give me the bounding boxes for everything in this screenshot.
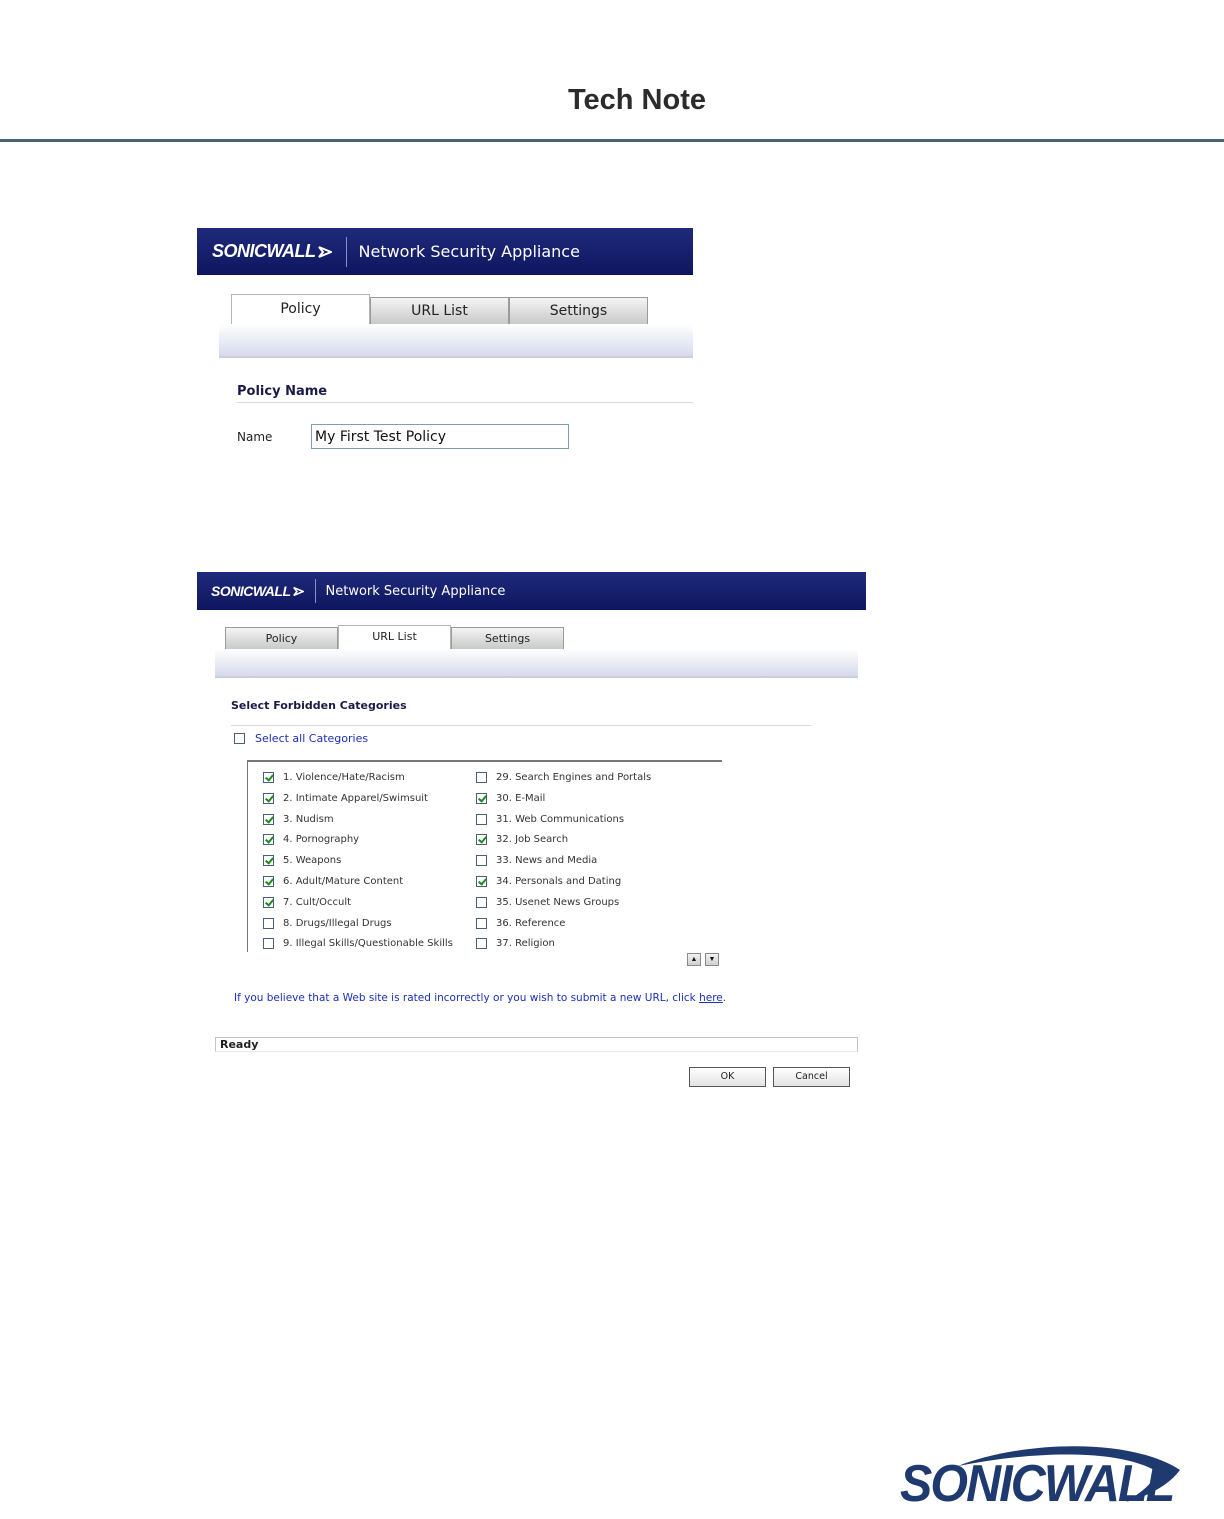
select-all-checkbox[interactable] <box>234 733 245 744</box>
category-label: 5. Weapons <box>283 855 342 867</box>
tab-strip <box>219 324 693 358</box>
sonicwall-footer-logo: SONICWALL <box>898 1440 1188 1513</box>
submit-url-link[interactable]: here <box>699 992 723 1004</box>
status-bar: Ready <box>215 1037 858 1052</box>
app-banner: SONICWALL Network Security Appliance <box>197 572 866 610</box>
category-item[interactable]: 2. Intimate Apparel/Swimsuit <box>263 792 428 804</box>
ok-button[interactable]: OK <box>689 1067 766 1087</box>
category-item[interactable]: 33. News and Media <box>476 855 598 867</box>
category-item[interactable]: 5. Weapons <box>263 855 342 867</box>
category-label: 34. Personals and Dating <box>496 876 622 887</box>
section-divider <box>237 402 693 403</box>
category-checkbox[interactable] <box>476 834 487 846</box>
logo-swoosh-icon <box>292 586 304 596</box>
category-checkbox[interactable] <box>263 938 274 950</box>
tab-strip <box>215 649 858 678</box>
cancel-button[interactable]: Cancel <box>773 1067 850 1087</box>
category-item[interactable]: 36. Reference <box>476 917 566 929</box>
category-label: 1. Violence/Hate/Racism <box>283 772 405 783</box>
app-title: Network Security Appliance <box>358 242 580 261</box>
category-checkbox[interactable] <box>476 792 487 804</box>
category-label: 33. News and Media <box>496 855 598 867</box>
category-checkbox[interactable] <box>263 855 274 867</box>
category-label: 9. Illegal Skills/Questionable Skills <box>283 938 453 950</box>
category-label: 30. E-Mail <box>496 792 546 804</box>
category-item[interactable]: 4. Pornography <box>263 834 360 846</box>
name-label: Name <box>237 430 273 444</box>
category-checkbox[interactable] <box>476 855 487 867</box>
category-label: 36. Reference <box>496 917 566 929</box>
category-label: 31. Web Communications <box>496 813 625 825</box>
section-title: Policy Name <box>237 384 328 399</box>
sonicwall-logo: SONICWALL <box>211 583 304 599</box>
select-all-categories[interactable]: Select all Categories <box>234 732 368 745</box>
category-checkbox[interactable] <box>263 792 274 804</box>
tab-bar: Policy URL List Settings <box>225 625 564 649</box>
banner-separator <box>314 579 316 603</box>
category-item[interactable]: 6. Adult/Mature Content <box>263 876 403 887</box>
category-checkbox[interactable] <box>263 876 274 887</box>
app-banner: SONICWALL Network Security Appliance <box>197 228 693 275</box>
name-input[interactable] <box>311 424 569 449</box>
tab-url-list[interactable]: URL List <box>338 625 451 649</box>
category-checkbox[interactable] <box>263 813 274 825</box>
category-item[interactable]: 9. Illegal Skills/Questionable Skills <box>263 938 453 950</box>
submit-url-note: If you believe that a Web site is rated … <box>234 992 727 1004</box>
app-title: Network Security Appliance <box>325 583 506 599</box>
category-item[interactable]: 31. Web Communications <box>476 813 625 825</box>
category-checkbox[interactable] <box>476 772 487 783</box>
category-label: 2. Intimate Apparel/Swimsuit <box>283 792 428 804</box>
tab-settings[interactable]: Settings <box>451 627 564 649</box>
category-checkbox[interactable] <box>263 917 274 929</box>
tab-bar: Policy URL List Settings <box>231 294 648 324</box>
category-label: 4. Pornography <box>283 834 360 846</box>
category-item[interactable]: 34. Personals and Dating <box>476 876 621 887</box>
category-label: 6. Adult/Mature Content <box>283 876 404 887</box>
category-item[interactable]: 35. Usenet News Groups <box>476 896 620 908</box>
category-label: 35. Usenet News Groups <box>496 896 620 908</box>
category-list: 1. Violence/Hate/Racism 2. Intimate Appar… <box>247 760 722 952</box>
category-checkbox[interactable] <box>263 834 274 846</box>
category-label: 29. Search Engines and Portals <box>496 772 652 783</box>
category-checkbox[interactable] <box>263 772 274 783</box>
section-title: Select Forbidden Categories <box>231 699 407 712</box>
tab-policy[interactable]: Policy <box>231 294 370 324</box>
category-label: 3. Nudism <box>283 813 334 825</box>
category-checkbox[interactable] <box>476 917 487 929</box>
tab-settings[interactable]: Settings <box>509 297 648 324</box>
tab-policy[interactable]: Policy <box>225 627 338 649</box>
logo-swoosh-icon <box>317 245 332 258</box>
category-label: 32. Job Search <box>496 834 569 846</box>
category-item[interactable]: 7. Cult/Occult <box>263 896 352 908</box>
category-label: 8. Drugs/Illegal Drugs <box>283 917 392 929</box>
category-label: 37. Religion <box>496 938 555 950</box>
category-item[interactable]: 32. Job Search <box>476 834 569 846</box>
sonicwall-logo: SONICWALL <box>212 241 332 262</box>
scroll-up-button[interactable]: ▲ <box>687 953 701 966</box>
category-checkbox[interactable] <box>476 813 487 825</box>
category-item[interactable]: 8. Drugs/Illegal Drugs <box>263 917 392 929</box>
url-list-screen: SONICWALL Network Security Appliance Pol… <box>197 572 866 1100</box>
tab-url-list[interactable]: URL List <box>370 297 509 324</box>
section-divider <box>231 725 811 726</box>
category-label: 7. Cult/Occult <box>283 896 352 908</box>
category-checkbox[interactable] <box>476 938 487 950</box>
category-checkbox[interactable] <box>263 896 274 908</box>
page-title: Tech Note <box>567 84 707 116</box>
banner-separator <box>345 236 347 267</box>
select-all-label: Select all Categories <box>255 732 369 745</box>
footer-logo-text: SONICWALL <box>900 1455 1175 1513</box>
category-item[interactable]: 37. Religion <box>476 938 555 950</box>
page-divider <box>0 139 1224 142</box>
category-item[interactable]: 29. Search Engines and Portals <box>476 772 651 783</box>
category-checkbox[interactable] <box>476 876 487 887</box>
category-checkbox[interactable] <box>476 896 487 908</box>
category-item[interactable]: 1. Violence/Hate/Racism <box>263 772 405 783</box>
scroll-down-button[interactable]: ▼ <box>705 953 719 966</box>
category-item[interactable]: 3. Nudism <box>263 813 334 825</box>
policy-name-screen: SONICWALL Network Security Appliance Pol… <box>197 228 693 480</box>
category-item[interactable]: 30. E-Mail <box>476 792 546 804</box>
